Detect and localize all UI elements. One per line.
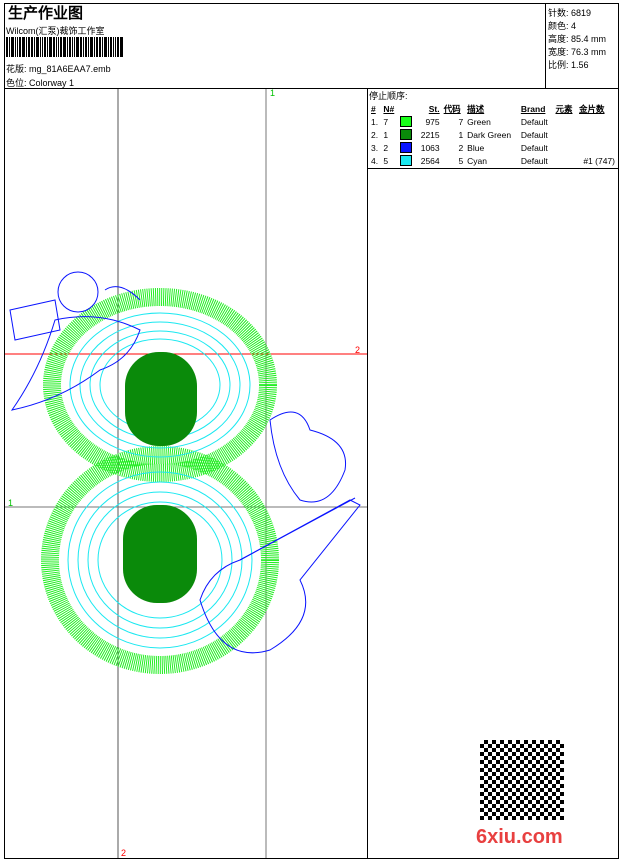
watermark: 6xiu.com [476,826,563,848]
axis-label-left: 1 [8,498,14,508]
axis-label-top: 1 [270,88,276,98]
axis-label-right: 2 [355,345,361,355]
embroidery-design [5,89,367,858]
qr-code [480,740,564,820]
lower-hole [123,505,197,603]
axis-label-bottom: 2 [121,848,127,858]
upper-hole [125,352,197,446]
production-worksheet: 生产作业图 Wilcom(汇泵)裁饰工作室 花版: mg_81A6EAA7.em… [0,0,620,860]
guitar-bird-outline [199,411,361,654]
